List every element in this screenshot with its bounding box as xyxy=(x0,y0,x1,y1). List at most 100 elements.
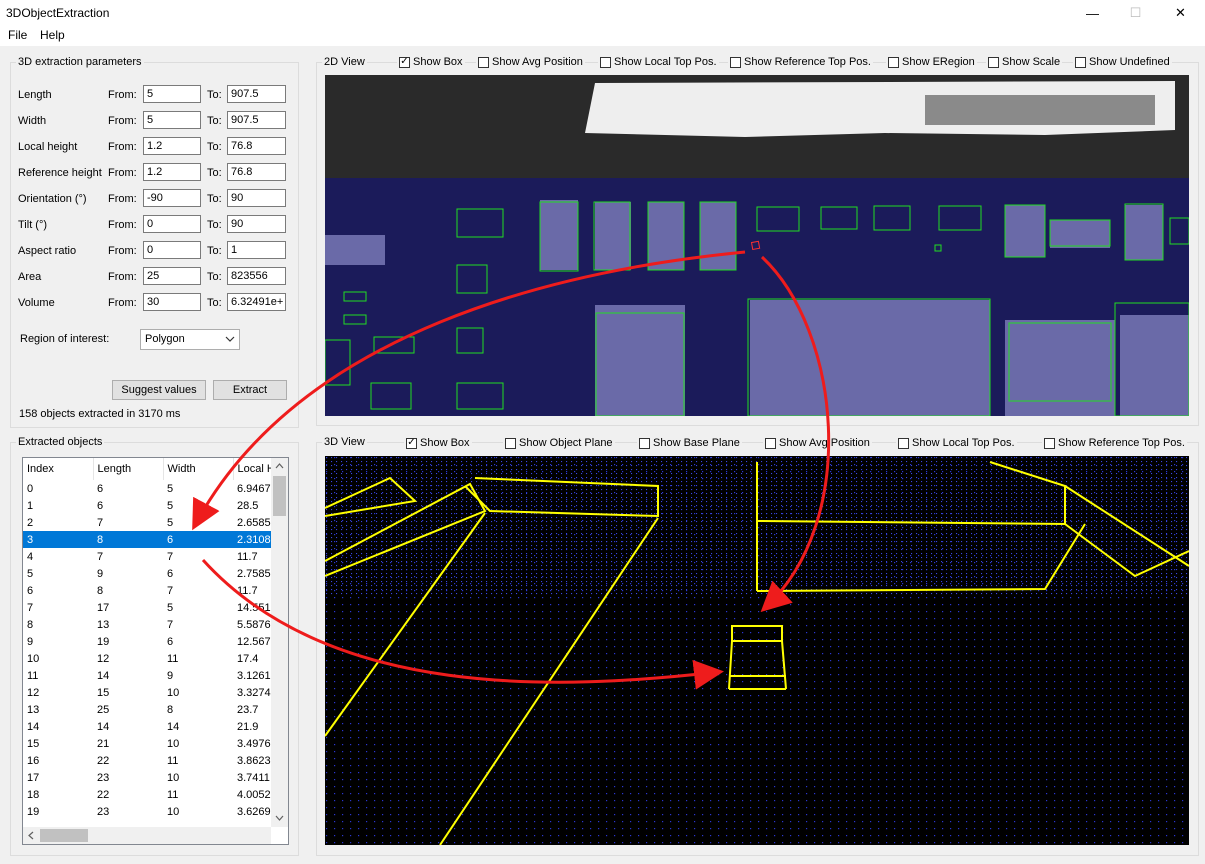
table-row[interactable]: 1 6 5 28.5 xyxy=(23,497,271,514)
table-row[interactable]: 10 12 11 17.4 xyxy=(23,650,271,667)
maximize-button[interactable]: ☐ xyxy=(1113,0,1158,26)
suggest-values-button[interactable]: Suggest values xyxy=(112,380,206,400)
checkbox-label: Show Object Plane xyxy=(519,437,613,449)
checkbox-icon xyxy=(478,56,489,68)
table-cell: 9 xyxy=(27,635,34,648)
length-to-input[interactable]: 907.5 xyxy=(227,85,286,103)
area-to-input[interactable]: 823556 xyxy=(227,267,286,285)
table-row[interactable]: 19 23 10 3.6269 xyxy=(23,803,271,820)
horizontal-scroll-thumb[interactable] xyxy=(40,829,88,842)
local-height-from-input[interactable]: 1.2 xyxy=(143,137,201,155)
length-from-input[interactable]: 5 xyxy=(143,85,201,103)
column-header[interactable]: Width xyxy=(163,458,234,480)
aspect-ratio-to-input[interactable]: 1 xyxy=(227,241,286,259)
param-label-area: Area xyxy=(18,271,42,283)
orientation-from-input[interactable]: -90 xyxy=(143,189,201,207)
table-row[interactable]: 8 13 7 5.5876 xyxy=(23,616,271,633)
view2d-show-scale-checkbox[interactable]: Show Scale xyxy=(986,56,1063,68)
column-header[interactable]: Length xyxy=(93,458,164,480)
table-row[interactable]: 15 21 10 3.4976 xyxy=(23,735,271,752)
orientation-to-input[interactable]: 90 xyxy=(227,189,286,207)
checkbox-label: Show ERegion xyxy=(902,56,975,68)
column-header[interactable]: Index xyxy=(23,458,94,480)
view2d-canvas[interactable] xyxy=(325,75,1189,416)
view2d-show-undefined-checkbox[interactable]: Show Undefined xyxy=(1073,56,1172,68)
table-row[interactable]: 3 8 6 2.3108 xyxy=(23,531,271,548)
table-row[interactable]: 0 6 5 6.9467 xyxy=(23,480,271,497)
table-cell: 6 xyxy=(27,584,34,597)
local-height-to-input[interactable]: 76.8 xyxy=(227,137,286,155)
table-cell: 6.9467 xyxy=(237,482,271,495)
table-cell: 8 xyxy=(27,618,34,631)
table-row[interactable]: 7 17 5 14.551 xyxy=(23,599,271,616)
table-row[interactable]: 5 9 6 2.7585 xyxy=(23,565,271,582)
from-label: From: xyxy=(108,271,137,283)
area-from-input[interactable]: 25 xyxy=(143,267,201,285)
table-row[interactable]: 9 19 6 12.567 xyxy=(23,633,271,650)
volume-from-input[interactable]: 30 xyxy=(143,293,201,311)
view3d-show-local-top-pos-checkbox[interactable]: Show Local Top Pos. xyxy=(896,437,1017,449)
view2d-show-box-checkbox[interactable]: ✓ Show Box xyxy=(397,56,465,68)
table-row[interactable]: 2 7 5 2.6585 xyxy=(23,514,271,531)
view2d-show-reference-top-pos-checkbox[interactable]: Show Reference Top Pos. xyxy=(728,56,873,68)
table-cell: 3.8623 xyxy=(237,754,271,767)
table-row[interactable]: 4 7 7 11.7 xyxy=(23,548,271,565)
view3d-show-base-plane-checkbox[interactable]: Show Base Plane xyxy=(637,437,742,449)
menu-file[interactable]: File xyxy=(5,28,30,42)
view3d-show-avg-position-checkbox[interactable]: Show Avg Position xyxy=(763,437,872,449)
extract-button[interactable]: Extract xyxy=(213,380,287,400)
horizontal-scrollbar[interactable] xyxy=(23,827,271,844)
objects-list[interactable]: IndexLengthWidthLocal H 0656.946716528.5… xyxy=(22,457,289,845)
checkbox-icon xyxy=(898,437,909,449)
vertical-scrollbar[interactable] xyxy=(271,458,288,827)
width-to-input[interactable]: 907.5 xyxy=(227,111,286,129)
scroll-down-icon[interactable] xyxy=(275,815,284,821)
checkbox-label: Show Avg Position xyxy=(779,437,870,449)
view3d-show-reference-top-pos-checkbox[interactable]: Show Reference Top Pos. xyxy=(1042,437,1187,449)
column-header[interactable]: Local H xyxy=(233,458,272,480)
table-cell: 22 xyxy=(97,788,110,801)
param-label-orientation: Orientation (°) xyxy=(18,193,87,205)
table-cell: 19 xyxy=(27,805,40,818)
roi-select[interactable]: Polygon xyxy=(140,329,240,350)
vertical-scroll-thumb[interactable] xyxy=(273,476,286,516)
width-from-input[interactable]: 5 xyxy=(143,111,201,129)
close-button[interactable]: ✕ xyxy=(1158,0,1203,26)
from-label: From: xyxy=(108,219,137,231)
table-row[interactable]: 11 14 9 3.1261 xyxy=(23,667,271,684)
reference-height-to-input[interactable]: 76.8 xyxy=(227,163,286,181)
table-row[interactable]: 13 25 8 23.7 xyxy=(23,701,271,718)
table-row[interactable]: 6 8 7 11.7 xyxy=(23,582,271,599)
view3d-show-object-plane-checkbox[interactable]: Show Object Plane xyxy=(503,437,615,449)
table-row[interactable]: 14 14 14 21.9 xyxy=(23,718,271,735)
pcb-image xyxy=(325,75,1189,416)
checkbox-icon xyxy=(730,56,741,68)
checkbox-icon xyxy=(505,437,516,449)
volume-to-input[interactable]: 6.32491e+ xyxy=(227,293,286,311)
checkbox-label: Show Scale xyxy=(1002,56,1061,68)
aspect-ratio-from-input[interactable]: 0 xyxy=(143,241,201,259)
table-row[interactable]: 17 23 10 3.7411 xyxy=(23,769,271,786)
table-cell: 11 xyxy=(27,669,39,682)
from-label: From: xyxy=(108,115,137,127)
table-row[interactable]: 16 22 11 3.8623 xyxy=(23,752,271,769)
table-row[interactable]: 12 15 10 3.3274 xyxy=(23,684,271,701)
table-cell: 10 xyxy=(167,737,180,750)
table-cell: 5 xyxy=(27,567,34,580)
minimize-button[interactable]: — xyxy=(1070,0,1115,26)
scroll-up-icon[interactable] xyxy=(275,463,284,469)
from-label: From: xyxy=(108,245,137,257)
view2d-show-avg-position-checkbox[interactable]: Show Avg Position xyxy=(476,56,585,68)
from-label: From: xyxy=(108,297,137,309)
scroll-left-icon[interactable] xyxy=(28,831,34,840)
view3d-show-box-checkbox[interactable]: ✓ Show Box xyxy=(404,437,472,449)
tilt-from-input[interactable]: 0 xyxy=(143,215,201,233)
view3d-canvas[interactable] xyxy=(325,456,1189,845)
reference-height-from-input[interactable]: 1.2 xyxy=(143,163,201,181)
view2d-show-local-top-pos-checkbox[interactable]: Show Local Top Pos. xyxy=(598,56,719,68)
table-row[interactable]: 18 22 11 4.0052 xyxy=(23,786,271,803)
tilt-to-input[interactable]: 90 xyxy=(227,215,286,233)
menu-help[interactable]: Help xyxy=(37,28,68,42)
table-cell: 3 xyxy=(23,531,93,548)
view2d-show-eregion-checkbox[interactable]: Show ERegion xyxy=(886,56,977,68)
